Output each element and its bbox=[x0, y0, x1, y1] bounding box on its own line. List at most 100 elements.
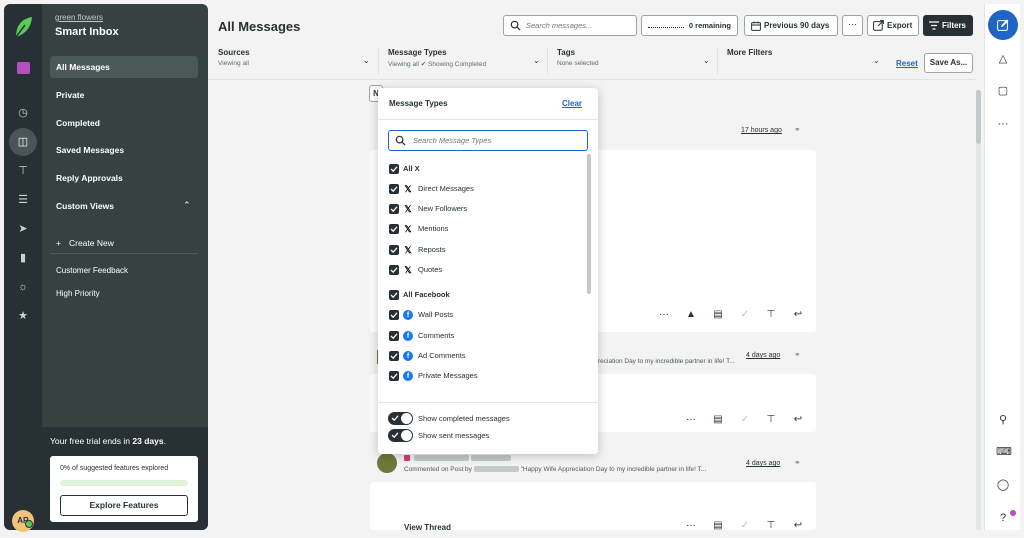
more-icon[interactable]: ··· bbox=[996, 117, 1010, 131]
comments-checkbox[interactable] bbox=[389, 331, 399, 341]
search-input[interactable] bbox=[526, 17, 634, 34]
quotes-checkbox[interactable] bbox=[389, 265, 399, 275]
message-timestamp[interactable]: 17 hours ago bbox=[741, 127, 782, 134]
list-icon[interactable]: ☰ bbox=[14, 191, 32, 209]
chevron-down-icon[interactable]: ⌄ bbox=[533, 56, 540, 65]
message-types-search[interactable] bbox=[388, 130, 588, 151]
bell-icon[interactable]: △ bbox=[996, 52, 1010, 66]
sidebar-item-completed[interactable]: Completed bbox=[50, 112, 198, 134]
mentions-checkbox[interactable] bbox=[389, 224, 399, 234]
stream-scrollbar[interactable] bbox=[976, 90, 981, 530]
save-as-button[interactable]: Save As... bbox=[924, 53, 973, 73]
date-range-button[interactable]: Previous 90 days bbox=[744, 15, 838, 36]
like-icon[interactable]: ▲ bbox=[685, 309, 697, 321]
x-icon: 𝕏 bbox=[404, 204, 412, 214]
preview-text: "Happy Wife Appreciation Day to my incre… bbox=[520, 466, 707, 473]
show-completed-toggle[interactable] bbox=[388, 412, 413, 425]
complete-icon[interactable]: ✓ bbox=[739, 309, 751, 321]
chevron-up-icon[interactable]: ⌃ bbox=[183, 200, 191, 211]
more-options-button[interactable]: ··· bbox=[842, 15, 863, 36]
filters-button[interactable]: Filters bbox=[923, 15, 973, 36]
facebook-icon: f bbox=[403, 331, 413, 341]
more-actions-icon[interactable]: ··· bbox=[685, 520, 697, 532]
wall-posts-checkbox[interactable] bbox=[389, 310, 399, 320]
custom-view-customer-feedback[interactable]: Customer Feedback bbox=[56, 266, 128, 275]
clear-button[interactable]: Clear bbox=[562, 99, 582, 108]
reply-icon[interactable]: ↩ bbox=[792, 414, 804, 426]
reply-icon[interactable]: ↩ bbox=[792, 520, 804, 532]
listening-icon[interactable]: ☼ bbox=[14, 278, 32, 296]
reply-box-icon[interactable]: ▤ bbox=[712, 520, 724, 532]
send-icon[interactable]: ➤ bbox=[14, 220, 32, 238]
pin-icon[interactable]: ⊤ bbox=[14, 162, 32, 180]
dropdown-scrollbar[interactable] bbox=[587, 154, 591, 294]
star-icon[interactable]: ★ bbox=[14, 307, 32, 325]
new-followers-checkbox[interactable] bbox=[389, 204, 399, 214]
trial-message: Your free trial ends in 23 days. bbox=[50, 436, 166, 446]
reply-box-icon[interactable]: ▤ bbox=[712, 414, 724, 426]
pin-icon[interactable]: ⊤ bbox=[765, 520, 777, 532]
reply-box-icon[interactable]: ▤ bbox=[712, 309, 724, 321]
all-facebook-label: All Facebook bbox=[403, 290, 450, 299]
view-thread-link[interactable]: View Thread bbox=[404, 523, 451, 532]
link-icon[interactable]: ⚭ bbox=[794, 458, 801, 467]
brand-name-link[interactable]: green flowers bbox=[55, 13, 103, 22]
show-sent-toggle[interactable] bbox=[388, 429, 413, 442]
message-timestamp[interactable]: 4 days ago bbox=[746, 352, 780, 359]
more-filters-filter[interactable]: More Filters bbox=[727, 48, 877, 78]
complete-icon[interactable]: ✓ bbox=[739, 414, 751, 426]
more-actions-icon[interactable]: ··· bbox=[658, 309, 670, 321]
sidebar-item-custom-views[interactable]: Custom Views bbox=[50, 195, 198, 217]
compose-button[interactable] bbox=[988, 10, 1018, 40]
keyboard-icon[interactable]: ⌨ bbox=[996, 445, 1012, 459]
wall-posts-label: Wall Posts bbox=[418, 310, 454, 319]
more-actions-icon[interactable]: ··· bbox=[685, 414, 697, 426]
explore-features-button[interactable]: Explore Features bbox=[60, 495, 188, 516]
sidebar-item-private[interactable]: Private bbox=[50, 84, 198, 106]
inbox-icon[interactable]: ◫ bbox=[14, 133, 32, 151]
reposts-checkbox[interactable] bbox=[389, 245, 399, 255]
sidebar-item-all-messages[interactable]: All Messages bbox=[50, 56, 198, 78]
sidebar-item-reply-approvals[interactable]: Reply Approvals bbox=[50, 167, 198, 189]
stream-scrollbar-thumb[interactable] bbox=[976, 90, 981, 144]
new-followers-label: New Followers bbox=[418, 204, 468, 213]
pin-icon[interactable]: ⊤ bbox=[765, 414, 777, 426]
help-icon[interactable]: ? bbox=[996, 511, 1010, 525]
chevron-down-icon[interactable]: ⌄ bbox=[873, 56, 880, 65]
ad-comments-checkbox[interactable] bbox=[389, 351, 399, 361]
link-icon[interactable]: ⚭ bbox=[794, 125, 801, 134]
all-facebook-checkbox[interactable] bbox=[389, 290, 399, 300]
remaining-label: 0 remaining bbox=[688, 21, 731, 30]
sources-filter[interactable]: Sources Viewing all bbox=[218, 48, 368, 78]
search-box[interactable] bbox=[503, 15, 637, 36]
reports-icon[interactable]: ▮ bbox=[14, 249, 32, 267]
pin-icon[interactable]: ⊤ bbox=[765, 309, 777, 321]
home-icon[interactable]: ◷ bbox=[14, 104, 32, 122]
remaining-count-button[interactable]: 0 remaining bbox=[641, 15, 738, 36]
reset-filters-link[interactable]: Reset bbox=[896, 59, 918, 68]
all-x-checkbox[interactable] bbox=[389, 164, 399, 174]
direct-messages-checkbox[interactable] bbox=[389, 184, 399, 194]
feedback-icon[interactable]: ▢ bbox=[996, 84, 1010, 98]
help-notification-dot bbox=[1010, 510, 1016, 516]
private-messages-checkbox[interactable] bbox=[389, 371, 399, 381]
sidebar-item-saved-messages[interactable]: Saved Messages bbox=[50, 139, 198, 161]
reply-icon[interactable]: ↩ bbox=[792, 309, 804, 321]
tags-filter[interactable]: Tags None selected bbox=[557, 48, 707, 78]
custom-view-high-priority[interactable]: High Priority bbox=[56, 289, 100, 298]
link-icon[interactable]: ⚭ bbox=[794, 350, 801, 359]
mentions-label: Mentions bbox=[418, 224, 449, 233]
search-icon[interactable]: ⚲ bbox=[996, 413, 1010, 427]
profile-group-icon[interactable] bbox=[17, 62, 30, 74]
chevron-down-icon[interactable]: ⌄ bbox=[703, 56, 710, 65]
divider bbox=[378, 402, 598, 403]
message-types-filter[interactable]: Message Types Viewing all ✔ Showing Comp… bbox=[388, 48, 538, 78]
message-types-search-input[interactable] bbox=[413, 133, 583, 148]
complete-icon[interactable]: ✓ bbox=[739, 520, 751, 532]
export-button[interactable]: Export bbox=[867, 15, 919, 36]
sprout-logo-icon[interactable] bbox=[13, 16, 33, 38]
create-new-view-button[interactable]: + Create New bbox=[50, 234, 198, 254]
message-timestamp[interactable]: 4 days ago bbox=[746, 460, 780, 467]
chevron-down-icon[interactable]: ⌄ bbox=[363, 56, 370, 65]
lightbulb-icon[interactable]: ◯ bbox=[996, 478, 1010, 492]
